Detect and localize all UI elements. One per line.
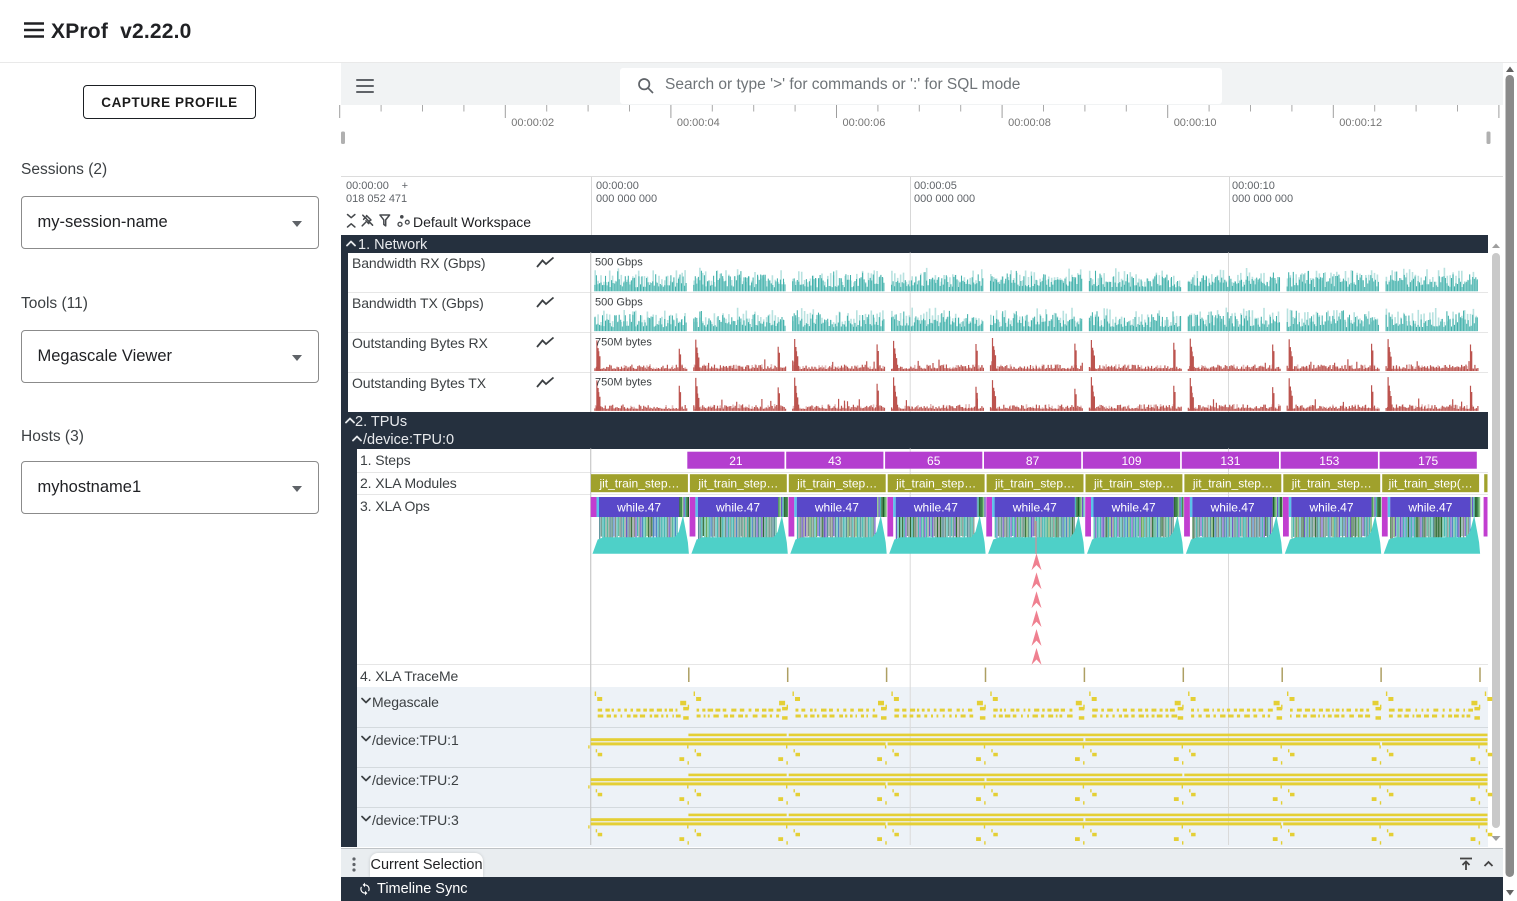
svg-text:00:00:12: 00:00:12 xyxy=(1339,117,1382,129)
svg-text:87: 87 xyxy=(1026,454,1040,468)
svg-text:while.47: while.47 xyxy=(913,501,958,515)
svg-text:00:00:10: 00:00:10 xyxy=(1174,117,1217,129)
svg-text:00:00:04: 00:00:04 xyxy=(677,117,720,129)
svg-text:jit_train_step(…: jit_train_step(… xyxy=(1388,476,1473,490)
svg-text:43: 43 xyxy=(828,454,842,468)
svg-text:175: 175 xyxy=(1418,454,1438,468)
svg-text:109: 109 xyxy=(1121,454,1141,468)
svg-text:while.47: while.47 xyxy=(1308,501,1353,515)
svg-text:21: 21 xyxy=(729,454,743,468)
svg-text:153: 153 xyxy=(1319,454,1339,468)
svg-text:jit_train_step…: jit_train_step… xyxy=(697,476,778,490)
svg-text:00:00:06: 00:00:06 xyxy=(843,117,886,129)
svg-text:while.47: while.47 xyxy=(1012,501,1057,515)
svg-text:while.47: while.47 xyxy=(1210,501,1255,515)
svg-text:00:00:02: 00:00:02 xyxy=(511,117,554,129)
svg-text:jit_train_step…: jit_train_step… xyxy=(895,476,976,490)
svg-text:while.47: while.47 xyxy=(814,501,859,515)
svg-text:jit_train_step…: jit_train_step… xyxy=(1093,476,1174,490)
svg-text:500 Gbps: 500 Gbps xyxy=(595,297,643,309)
svg-text:while.47: while.47 xyxy=(715,501,760,515)
svg-text:while.47: while.47 xyxy=(1407,501,1452,515)
svg-text:500 Gbps: 500 Gbps xyxy=(595,257,643,269)
svg-text:jit_train_step…: jit_train_step… xyxy=(1291,476,1372,490)
svg-text:00:00:08: 00:00:08 xyxy=(1008,117,1051,129)
svg-text:jit_train_step…: jit_train_step… xyxy=(796,476,877,490)
svg-text:while.47: while.47 xyxy=(616,501,661,515)
svg-text:while.47: while.47 xyxy=(1111,501,1156,515)
svg-text:131: 131 xyxy=(1220,454,1240,468)
svg-text:65: 65 xyxy=(927,454,941,468)
svg-text:750M bytes: 750M bytes xyxy=(595,337,652,349)
svg-text:jit_train_step…: jit_train_step… xyxy=(994,476,1075,490)
svg-text:750M bytes: 750M bytes xyxy=(595,376,652,388)
svg-text:jit_train_step…: jit_train_step… xyxy=(1192,476,1273,490)
svg-text:jit_train_step…: jit_train_step… xyxy=(598,476,679,490)
